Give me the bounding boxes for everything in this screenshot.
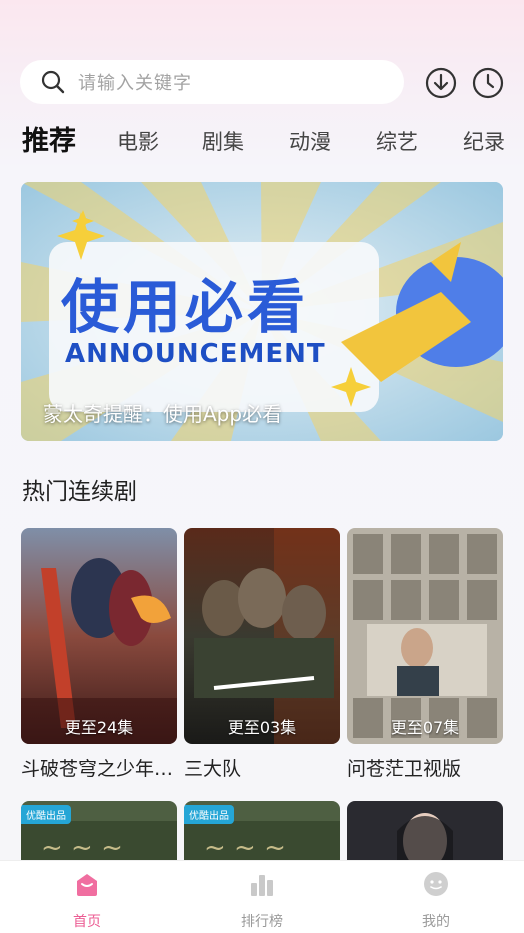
drama-title: 问苍茫卫视版: [347, 758, 462, 780]
episode-update-label: 更至07集: [390, 718, 460, 737]
episode-update-label: 更至03集: [227, 718, 297, 737]
svg-text:~ ~ ~: ~ ~ ~: [204, 833, 286, 863]
download-icon[interactable]: [424, 66, 458, 100]
drama-title: 三大队: [184, 758, 242, 780]
tab-anime[interactable]: 动漫: [289, 118, 331, 166]
nav-ranking-label: 排行榜: [241, 914, 283, 930]
banner-subtitle: ANNOUNCEMENT: [65, 339, 326, 369]
bottom-navigation: 首页 排行榜 我的: [0, 860, 524, 933]
tab-series[interactable]: 剧集: [202, 118, 244, 166]
search-icon: [40, 69, 66, 95]
nav-profile-label: 我的: [422, 914, 450, 930]
tab-recommend[interactable]: 推荐: [22, 118, 76, 166]
drama-card[interactable]: 更至03集 三大队: [184, 528, 340, 781]
drama-card[interactable]: 更至24集 斗破苍穹之少年…: [21, 528, 177, 781]
svg-text:~ ~ ~: ~ ~ ~: [41, 833, 123, 863]
poster-image: 更至07集: [347, 528, 503, 744]
episode-update-label: 更至24集: [64, 718, 134, 737]
announcement-banner[interactable]: 使用必看 ANNOUNCEMENT 蒙太奇提醒：使用App必看: [21, 182, 503, 441]
search-placeholder: 请输入关键字: [78, 73, 192, 94]
nav-profile[interactable]: 我的: [391, 869, 481, 931]
poster-image: 更至03集: [184, 528, 340, 744]
poster-image: 更至24集: [21, 528, 177, 744]
producer-badge: 优酷出品: [184, 805, 234, 824]
nav-home[interactable]: 首页: [42, 869, 132, 931]
banner-title: 使用必看: [61, 273, 310, 341]
nav-home-label: 首页: [73, 914, 101, 930]
section-title: 热门连续剧: [22, 479, 137, 505]
drama-card[interactable]: 更至07集 问苍茫卫视版: [347, 528, 503, 781]
banner-caption: 蒙太奇提醒：使用App必看: [43, 402, 283, 426]
bar-chart-icon: [251, 875, 273, 896]
smiley-face-icon: [424, 872, 448, 896]
tab-documentary[interactable]: 纪录: [463, 118, 505, 166]
history-clock-icon[interactable]: [471, 66, 505, 100]
category-tabs: 推荐 电影 剧集 动漫 综艺 纪录: [22, 118, 524, 166]
producer-badge: 优酷出品: [21, 805, 71, 824]
drama-title: 斗破苍穹之少年…: [21, 758, 174, 780]
top-bar: 请输入关键字: [20, 60, 504, 106]
nav-ranking[interactable]: 排行榜: [217, 869, 307, 931]
tab-movies[interactable]: 电影: [117, 118, 159, 166]
tab-variety[interactable]: 综艺: [376, 118, 418, 166]
home-icon: [77, 874, 97, 896]
search-input[interactable]: 请输入关键字: [20, 60, 404, 104]
